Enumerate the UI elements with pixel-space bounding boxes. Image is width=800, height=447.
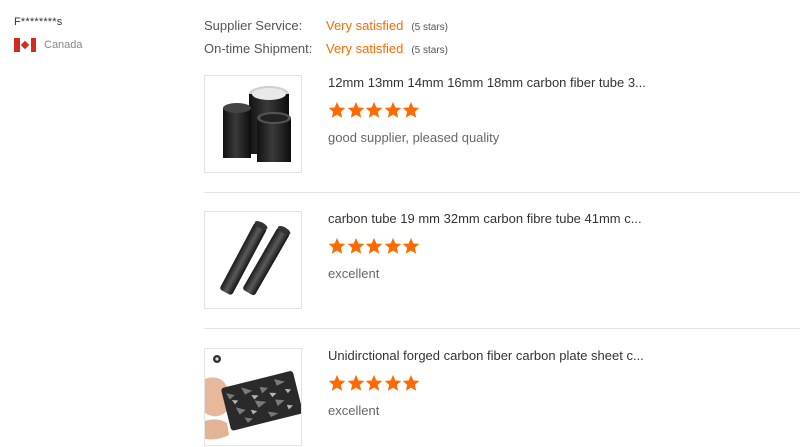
star-icon [365, 374, 383, 391]
canada-flag-icon [14, 38, 36, 52]
reviewer-name: F********s [14, 16, 63, 28]
carbon-rod-photo-icon [220, 221, 291, 296]
product-info: Unidirctional forged carbon fiber carbon… [328, 348, 788, 418]
star-icon [402, 101, 420, 118]
star-icon [384, 237, 401, 254]
product-star-rating [328, 374, 788, 394]
star-icon [402, 237, 420, 254]
star-icon [384, 374, 401, 391]
star-icon [328, 374, 346, 391]
carbon-plate-photo-icon [205, 355, 301, 440]
supplier-ratings: Supplier Service: Very satisfied (5 star… [204, 18, 448, 64]
star-icon [384, 101, 401, 118]
star-icon [328, 101, 346, 118]
product-thumbnail[interactable] [204, 348, 302, 446]
carbon-tube-photo-icon [223, 86, 291, 162]
reviewer-info: F********s Canada [14, 16, 83, 52]
product-title-link[interactable]: Unidirctional forged carbon fiber carbon… [328, 348, 788, 364]
star-icon [328, 237, 346, 254]
review-comment: good supplier, pleased quality [328, 130, 500, 145]
rating-row-on-time-shipment: On-time Shipment: Very satisfied (5 star… [204, 41, 448, 64]
product-review-item: 12mm 13mm 14mm 16mm 18mm carbon fiber tu… [204, 75, 800, 193]
review-comment: excellent [328, 266, 380, 281]
product-review-item: carbon tube 19 mm 32mm carbon fibre tube… [204, 211, 800, 329]
rating-stars-text: (5 stars) [411, 22, 448, 33]
rating-value: Very satisfied [326, 41, 404, 56]
star-icon [365, 237, 383, 254]
product-thumbnail[interactable] [204, 75, 302, 173]
rating-stars-text: (5 stars) [411, 45, 448, 56]
product-title-link[interactable]: carbon tube 19 mm 32mm carbon fibre tube… [328, 211, 788, 227]
star-icon [365, 101, 383, 118]
rating-row-supplier-service: Supplier Service: Very satisfied (5 star… [204, 18, 448, 41]
star-icon [347, 101, 364, 118]
product-review-item: Unidirctional forged carbon fiber carbon… [204, 348, 800, 447]
rating-label: On-time Shipment: [204, 41, 313, 56]
product-info: 12mm 13mm 14mm 16mm 18mm carbon fiber tu… [328, 75, 788, 145]
product-thumbnail[interactable] [204, 211, 302, 309]
product-info: carbon tube 19 mm 32mm carbon fibre tube… [328, 211, 788, 281]
rating-label: Supplier Service: [204, 18, 303, 33]
star-icon [347, 374, 364, 391]
product-star-rating [328, 237, 788, 257]
rating-value: Very satisfied [326, 18, 404, 33]
product-title-link[interactable]: 12mm 13mm 14mm 16mm 18mm carbon fiber tu… [328, 75, 788, 91]
review-comment: excellent [328, 403, 380, 418]
country-name: Canada [44, 39, 83, 51]
star-icon [402, 374, 420, 391]
product-star-rating [328, 101, 788, 121]
reviewer-country: Canada [14, 38, 83, 52]
star-icon [347, 237, 364, 254]
